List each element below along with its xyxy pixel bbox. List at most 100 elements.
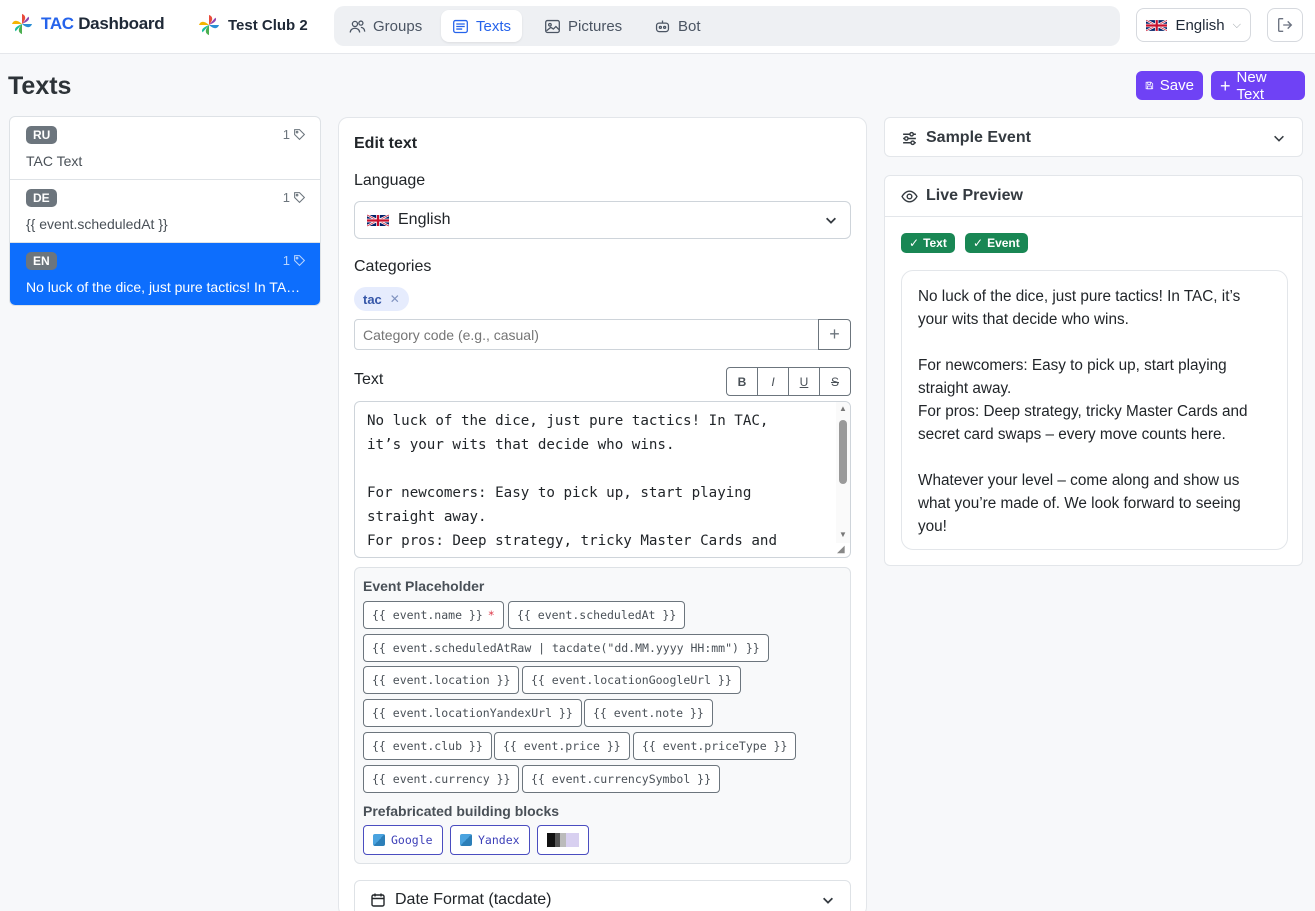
block-google-button[interactable]: Google xyxy=(363,825,443,855)
tab-texts[interactable]: Texts xyxy=(441,10,523,42)
placeholder-event-currencysymbol[interactable]: {{ event.currencySymbol }} xyxy=(522,765,721,793)
placeholder-event-note[interactable]: {{ event.note }} xyxy=(584,699,713,727)
text-snippet: TAC Text xyxy=(26,153,83,169)
bold-button[interactable]: B xyxy=(727,368,758,395)
uk-flag-icon xyxy=(1146,18,1168,32)
placeholder-event-club[interactable]: {{ event.club }} xyxy=(363,732,492,760)
logout-button[interactable] xyxy=(1267,8,1303,42)
chevron-down-icon xyxy=(826,217,836,224)
club-logo-icon xyxy=(198,14,220,36)
plus-icon: + xyxy=(829,324,840,344)
underline-button[interactable]: U xyxy=(789,368,820,395)
remove-chip-icon[interactable]: ✕ xyxy=(390,292,400,306)
block-pixelated-button[interactable] xyxy=(537,825,589,855)
users-icon xyxy=(349,19,366,33)
categories-label: Categories xyxy=(354,258,432,275)
chevron-down-icon: ⌵ xyxy=(1232,18,1241,31)
live-preview-panel: Live Preview ✓ Text ✓ Event No luck of the… xyxy=(884,175,1303,566)
tab-groups[interactable]: Groups xyxy=(338,10,433,42)
brand[interactable]: TAC Dashboard xyxy=(11,13,165,35)
calendar-icon xyxy=(371,893,385,907)
preview-paragraph: No luck of the dice, just pure tactics! … xyxy=(918,288,1241,328)
text-editor[interactable]: No luck of the dice, just pure tactics! … xyxy=(354,401,851,558)
pixelated-icon xyxy=(547,833,579,847)
pinwheel-logo-icon xyxy=(11,13,33,35)
tag-icon xyxy=(294,129,306,141)
eye-icon xyxy=(901,189,918,203)
status-badge-text: ✓ Text xyxy=(901,233,955,253)
date-format-section[interactable]: Date Format (tacdate) xyxy=(354,880,851,911)
placeholder-panel: Event Placeholder {{ event.name }} * {{ e… xyxy=(354,567,851,864)
top-navbar: TAC Dashboard Test Club 2 Groups Texts P… xyxy=(0,0,1315,54)
map-icon xyxy=(373,834,385,846)
placeholder-event-pricetype[interactable]: {{ event.priceType }} xyxy=(633,732,797,760)
edit-text-card: Edit text Language English Categories ta… xyxy=(338,117,867,911)
placeholder-event-location[interactable]: {{ event.location }} xyxy=(363,666,520,694)
list-item-selected[interactable]: EN 1 No luck of the dice, just pure tact… xyxy=(10,243,320,305)
placeholder-event-locationyandexurl[interactable]: {{ event.locationYandexUrl }} xyxy=(363,699,582,727)
placeholder-event-currency[interactable]: {{ event.currency }} xyxy=(363,765,520,793)
language-select[interactable]: English ⌵ xyxy=(1136,8,1251,42)
italic-button[interactable]: I xyxy=(758,368,789,395)
tag-icon xyxy=(294,255,306,267)
format-toolbar: B I U S xyxy=(726,367,851,396)
page-title: Texts xyxy=(8,72,72,100)
category-count: 1 xyxy=(283,127,306,142)
club-selector[interactable]: Test Club 2 xyxy=(198,14,308,36)
new-text-button[interactable]: + New Text xyxy=(1211,69,1305,103)
scroll-up-icon[interactable]: ▲ xyxy=(839,404,847,413)
category-code-input[interactable] xyxy=(354,319,819,350)
placeholder-heading: Event Placeholder xyxy=(363,578,485,594)
preview-paragraph: For newcomers: Easy to pick up, start pl… xyxy=(918,357,1227,397)
robot-icon xyxy=(655,20,670,32)
tag-icon xyxy=(294,192,306,204)
scrollbar-thumb[interactable] xyxy=(839,420,847,484)
scroll-down-icon[interactable]: ▼ xyxy=(839,530,847,539)
category-chip[interactable]: tac ✕ xyxy=(354,287,409,311)
chevron-down-icon xyxy=(823,897,833,904)
list-item[interactable]: DE 1 {{ event.scheduledAt }} xyxy=(10,180,320,243)
map-icon xyxy=(460,834,472,846)
blocks-heading: Prefabricated building blocks xyxy=(363,803,560,819)
preview-content: No luck of the dice, just pure tactics! … xyxy=(901,270,1288,550)
save-button[interactable]: Save xyxy=(1136,71,1203,100)
club-name: Test Club 2 xyxy=(228,16,308,34)
text-snippet: {{ event.scheduledAt }} xyxy=(26,216,168,232)
placeholder-event-price[interactable]: {{ event.price }} xyxy=(494,732,630,760)
text-list: RU 1 TAC Text DE 1 {{ event.scheduledAt … xyxy=(9,116,321,306)
language-dropdown[interactable]: English xyxy=(354,201,851,239)
editor-scrollbar[interactable]: ▲ ▼ xyxy=(836,402,850,543)
add-category-button[interactable]: + xyxy=(818,319,851,350)
language-badge: EN xyxy=(26,252,57,270)
text-editor-content[interactable]: No luck of the dice, just pure tactics! … xyxy=(367,409,829,557)
card-title: Edit text xyxy=(354,135,418,152)
text-label: Text xyxy=(354,371,384,388)
language-badge: DE xyxy=(26,189,57,207)
placeholder-event-locationgoogleurl[interactable]: {{ event.locationGoogleUrl }} xyxy=(522,666,741,694)
text-snippet: No luck of the dice, just pure tactics! … xyxy=(26,279,306,295)
image-icon xyxy=(545,19,560,33)
language-label: Language xyxy=(354,172,426,189)
preview-paragraph: For pros: Deep strategy, tricky Master C… xyxy=(918,403,1248,443)
tab-pictures[interactable]: Pictures xyxy=(533,10,633,42)
tab-bot[interactable]: Bot xyxy=(643,10,712,42)
main-nav: Groups Texts Pictures Bot xyxy=(334,6,1120,46)
save-icon xyxy=(1145,81,1154,90)
sample-event-panel[interactable]: Sample Event xyxy=(884,117,1303,157)
placeholder-event-name[interactable]: {{ event.name }} * xyxy=(363,601,504,629)
block-yandex-button[interactable]: Yandex xyxy=(450,825,530,855)
resize-grip-icon[interactable]: ◢ xyxy=(837,544,849,556)
placeholder-event-scheduledat[interactable]: {{ event.scheduledAt }} xyxy=(508,601,686,629)
chevron-down-icon[interactable] xyxy=(1272,131,1286,145)
check-icon: ✓ xyxy=(909,236,920,250)
placeholder-event-scheduledatraw[interactable]: {{ event.scheduledAtRaw | tacdate("dd.MM… xyxy=(363,634,769,662)
list-item[interactable]: RU 1 TAC Text xyxy=(10,117,320,180)
uk-flag-icon xyxy=(367,213,389,227)
language-badge: RU xyxy=(26,126,58,144)
strikethrough-button[interactable]: S xyxy=(820,368,850,395)
text-lines-icon xyxy=(453,19,468,33)
divider xyxy=(885,216,1302,217)
sample-event-header: Sample Event xyxy=(901,129,1031,147)
plus-icon: + xyxy=(1220,75,1231,96)
category-count: 1 xyxy=(283,253,306,268)
